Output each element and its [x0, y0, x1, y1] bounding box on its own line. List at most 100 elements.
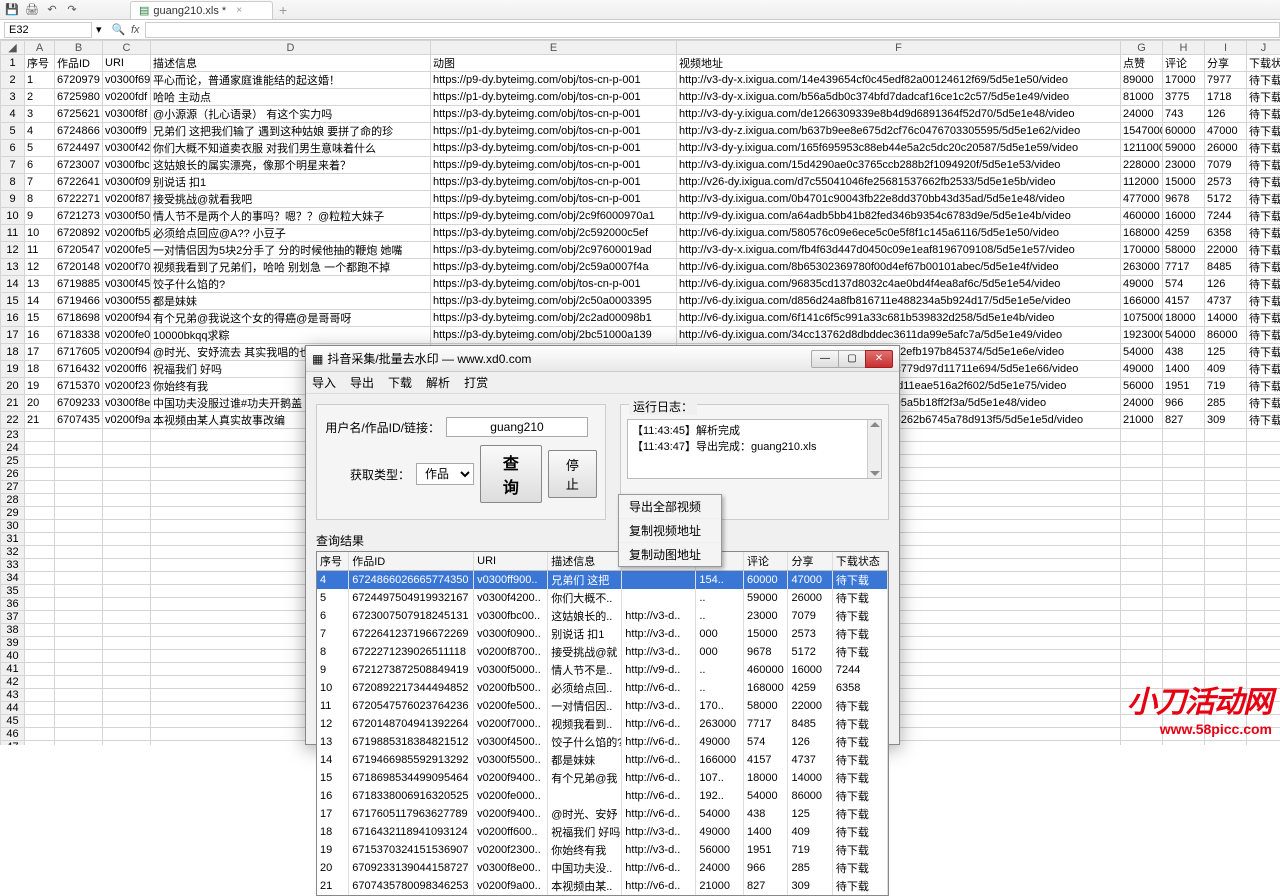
result-cell[interactable]: 待下载 — [832, 589, 887, 607]
cell[interactable]: 必须给点回应@A?? 小豆子 — [151, 225, 431, 242]
col-header[interactable]: E — [431, 41, 677, 55]
result-cell[interactable]: 56000 — [696, 841, 744, 859]
cell[interactable]: 1718 — [1205, 89, 1247, 106]
cell[interactable] — [1247, 494, 1280, 507]
row-header[interactable]: 20 — [1, 378, 25, 395]
cell-reference[interactable] — [4, 22, 92, 38]
col-header[interactable]: A — [25, 41, 55, 55]
print-icon[interactable]: 🖨 — [24, 2, 40, 18]
cell[interactable]: http://v9-dy.ixigua.com/a64adb5bb41b82fe… — [677, 208, 1121, 225]
row-header[interactable]: 15 — [1, 293, 25, 310]
result-cell[interactable]: http://v3-d.. — [622, 643, 696, 661]
cell[interactable] — [55, 741, 103, 746]
result-cell[interactable]: 16 — [317, 787, 349, 805]
cell[interactable]: 6720148 — [55, 259, 103, 276]
cell[interactable] — [1205, 481, 1247, 494]
cell[interactable]: http://v3-dy-x.ixigua.com/b56a5db0c374bf… — [677, 89, 1121, 106]
result-cell[interactable]: 待下载 — [832, 733, 887, 751]
dialog-titlebar[interactable]: ▦ 抖音采集/批量去水印 — www.xd0.com — ▢ ✕ — [306, 346, 899, 372]
header-cell[interactable]: 作品ID — [55, 55, 103, 72]
result-cell[interactable]: 待下载 — [832, 859, 887, 877]
cell[interactable] — [1205, 585, 1247, 598]
cell[interactable] — [103, 702, 151, 715]
cell[interactable] — [1247, 520, 1280, 533]
cell[interactable]: https://p3-dy.byteimg.com/obj/2c592000c5… — [431, 225, 677, 242]
scrollbar[interactable] — [867, 420, 881, 478]
menu-item[interactable]: 导出 — [350, 374, 374, 391]
cell[interactable]: v0200f70 — [103, 259, 151, 276]
cell[interactable]: https://p9-dy.byteimg.com/obj/tos-cn-p-0… — [431, 72, 677, 89]
result-cell[interactable]: http://v3-d.. — [622, 607, 696, 625]
result-cell[interactable]: http://v3-d.. — [622, 625, 696, 643]
row-header[interactable]: 27 — [1, 481, 25, 494]
row-header[interactable]: 47 — [1, 741, 25, 746]
cell[interactable]: 1547000 — [1121, 123, 1163, 140]
cell[interactable]: 966 — [1163, 395, 1205, 412]
result-cell[interactable]: v0200f9400.. — [474, 805, 548, 823]
result-cell[interactable]: 192.. — [696, 787, 744, 805]
cell[interactable] — [1163, 455, 1205, 468]
cell[interactable]: 6719466 — [55, 293, 103, 310]
row-header[interactable]: 25 — [1, 455, 25, 468]
tab-file[interactable]: ▤ guang210.xls * × — [130, 1, 273, 19]
cell[interactable] — [1163, 429, 1205, 442]
cell[interactable] — [25, 429, 55, 442]
cell[interactable]: 54000 — [1163, 327, 1205, 344]
cell[interactable]: 126 — [1205, 106, 1247, 123]
cell[interactable]: 待下载 — [1247, 259, 1280, 276]
cell[interactable] — [1163, 559, 1205, 572]
cell[interactable] — [103, 546, 151, 559]
result-header[interactable]: 作品ID — [349, 552, 474, 571]
cell[interactable]: 309 — [1205, 412, 1247, 429]
row-header[interactable]: 29 — [1, 507, 25, 520]
cell[interactable] — [55, 585, 103, 598]
cell[interactable]: 待下载 — [1247, 208, 1280, 225]
row-header[interactable]: 44 — [1, 702, 25, 715]
cell[interactable]: 14 — [25, 293, 55, 310]
cell[interactable]: 待下载 — [1247, 157, 1280, 174]
cell[interactable]: http://v6-dy.ixigua.com/8b65302369780f00… — [677, 259, 1121, 276]
cell[interactable] — [25, 533, 55, 546]
row-header[interactable]: 7 — [1, 157, 25, 174]
result-cell[interactable]: v0200f9a00.. — [474, 877, 548, 895]
result-cell[interactable]: 4259 — [788, 679, 832, 697]
cell[interactable]: 6717605 — [55, 344, 103, 361]
row-header[interactable]: 37 — [1, 611, 25, 624]
result-cell[interactable]: 14 — [317, 751, 349, 769]
cell[interactable]: 20 — [25, 395, 55, 412]
cell[interactable]: 126 — [1205, 276, 1247, 293]
cell[interactable] — [55, 650, 103, 663]
cell[interactable]: 24000 — [1121, 395, 1163, 412]
cell[interactable]: 125 — [1205, 344, 1247, 361]
cell[interactable] — [1121, 468, 1163, 481]
cell[interactable]: http://v3-dy-x.ixigua.com/14e439654cf0c4… — [677, 72, 1121, 89]
menu-item[interactable]: 导入 — [312, 374, 336, 391]
cell[interactable] — [1205, 494, 1247, 507]
cell[interactable]: 6720547 — [55, 242, 103, 259]
cell[interactable]: 6719885 — [55, 276, 103, 293]
result-row[interactable]: 106720892217344494852v0200fb500..必须给点回..… — [317, 679, 888, 697]
result-cell[interactable]: 6719885318384821512 — [349, 733, 474, 751]
cell[interactable]: 6723007 — [55, 157, 103, 174]
result-cell[interactable]: 别说话 扣1 — [548, 625, 622, 643]
result-cell[interactable]: 54000 — [696, 805, 744, 823]
cell[interactable] — [1163, 650, 1205, 663]
result-row[interactable]: 166718338006916320525v0200fe000..http://… — [317, 787, 888, 805]
formula-input[interactable] — [145, 22, 1280, 38]
result-cell[interactable]: v0200f8700.. — [474, 643, 548, 661]
col-header[interactable]: F — [677, 41, 1121, 55]
result-cell[interactable]: v0200fb500.. — [474, 679, 548, 697]
cell[interactable] — [103, 481, 151, 494]
result-cell[interactable]: .. — [696, 661, 744, 679]
cell[interactable]: 7244 — [1205, 208, 1247, 225]
cell[interactable] — [103, 468, 151, 481]
cell[interactable]: 1923000 — [1121, 327, 1163, 344]
header-cell[interactable]: 视频地址 — [677, 55, 1121, 72]
cell[interactable]: 17 — [25, 344, 55, 361]
cell[interactable] — [103, 520, 151, 533]
result-cell[interactable]: 待下载 — [832, 841, 887, 859]
cell[interactable]: 有个兄弟@我说这个女的得癌@是哥哥呀 — [151, 310, 431, 327]
cell[interactable]: 12 — [25, 259, 55, 276]
cell[interactable] — [25, 546, 55, 559]
cell[interactable] — [25, 455, 55, 468]
